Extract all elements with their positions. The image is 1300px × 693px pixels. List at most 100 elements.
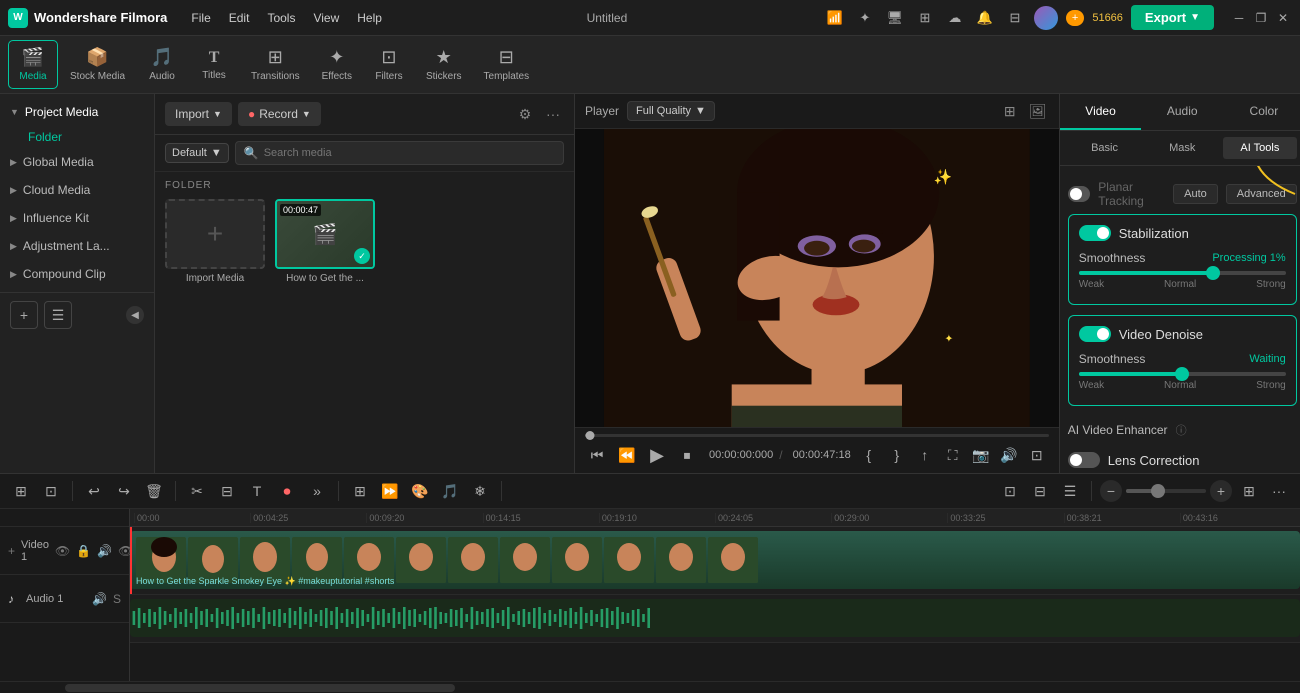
more-ctrl-button[interactable]: ⊡ [1025, 443, 1049, 467]
tool-titles[interactable]: T Titles [189, 43, 239, 87]
record-button[interactable]: ● Record ▼ [238, 102, 321, 126]
plus-button[interactable]: + [1066, 10, 1084, 26]
tab-color[interactable]: Color [1223, 94, 1300, 130]
search-input[interactable] [264, 147, 555, 159]
stop-button[interactable]: ⏹ [675, 443, 699, 467]
audio-track-mute-icon[interactable]: 🔊 [92, 592, 107, 606]
stabilization-processing-value[interactable]: Processing 1% [1212, 252, 1285, 264]
video-thumb[interactable]: 🎬 00:00:47 ✓ How to Get the ... [275, 199, 375, 284]
sidebar-item-cloud-media[interactable]: ▶ Cloud Media [0, 176, 154, 204]
zoom-out-button[interactable]: − [1100, 480, 1122, 502]
ai-info-icon[interactable]: ⓘ [1176, 422, 1187, 438]
scrollbar-thumb[interactable] [65, 684, 455, 692]
undo-button[interactable]: ↩ [81, 478, 107, 504]
tool-transitions[interactable]: ⊞ Transitions [241, 41, 310, 88]
track-add-icon[interactable]: + [8, 544, 15, 558]
more-tl-button[interactable]: » [304, 478, 330, 504]
delete-button[interactable]: 🗑 [141, 478, 167, 504]
more-options-btn[interactable]: ··· [1266, 478, 1292, 504]
stabilization-slider-thumb[interactable] [1206, 266, 1220, 280]
cut-button[interactable]: ✂ [184, 478, 210, 504]
tool-audio[interactable]: 🎵 Audio [137, 41, 187, 88]
stabilization-slider-track[interactable] [1079, 271, 1286, 275]
sidebar-item-adjustment[interactable]: ▶ Adjustment La... [0, 232, 154, 260]
redo-button[interactable]: ↪ [111, 478, 137, 504]
lens-correction-toggle[interactable] [1068, 452, 1100, 468]
sub-tab-mask[interactable]: Mask [1145, 137, 1219, 159]
sub-tab-ai-tools[interactable]: AI Tools [1223, 137, 1297, 159]
record-tl-button[interactable]: ⏺ [274, 478, 300, 504]
extract-button[interactable]: ↑ [913, 443, 937, 467]
user-avatar[interactable] [1034, 6, 1058, 30]
menu-file[interactable]: File [183, 7, 218, 29]
audio-btn[interactable]: 🎵 [437, 478, 463, 504]
planar-advanced-button[interactable]: Advanced [1226, 184, 1297, 204]
tool-media[interactable]: 🎬 Media [8, 40, 58, 89]
export-button[interactable]: Export ▼ [1131, 5, 1214, 30]
denoise-toggle[interactable] [1079, 326, 1111, 342]
denoise-waiting-value[interactable]: Waiting [1249, 353, 1285, 365]
tool-effects[interactable]: ✦ Effects [312, 41, 362, 88]
video-track-audio-icon[interactable]: 🔊 [97, 544, 112, 558]
volume-button[interactable]: 🔊 [997, 443, 1021, 467]
import-media-area[interactable]: + [165, 199, 265, 269]
minimize-button[interactable]: ─ [1230, 9, 1248, 27]
menu-help[interactable]: Help [349, 7, 390, 29]
maximize-button[interactable]: ❐ [1252, 9, 1270, 27]
video-track-eye-icon[interactable]: 👁 [55, 544, 70, 558]
timeline-scrollbar[interactable] [0, 681, 1300, 693]
grid-view-icon[interactable]: ⊞ [999, 100, 1021, 122]
video-clip[interactable]: How to Get the Sparkle Smokey Eye ✨ #mak… [130, 531, 1300, 589]
scrubber-head[interactable] [585, 431, 594, 440]
grid-icon[interactable]: ⊞ [914, 7, 936, 29]
ai-icon[interactable]: ✦ [854, 7, 876, 29]
tool-stickers[interactable]: ★ Stickers [416, 41, 472, 88]
bell-icon[interactable]: 🔔 [974, 7, 996, 29]
scrubber[interactable] [585, 434, 1049, 437]
menu-edit[interactable]: Edit [221, 7, 258, 29]
snapshot-icon[interactable]: 🖼 [1027, 100, 1049, 122]
filter-icon[interactable]: ⚙ [514, 103, 536, 125]
planar-auto-button[interactable]: Auto [1173, 184, 1218, 204]
audio-track-solo-icon[interactable]: S [113, 592, 121, 606]
in-point-button[interactable]: { [857, 443, 881, 467]
zoom-in-button[interactable]: + [1210, 480, 1232, 502]
more-icon[interactable]: ··· [542, 103, 564, 125]
video-track-lock-icon[interactable]: 🔒 [76, 544, 91, 558]
grid-tl-btn[interactable]: ⊞ [1236, 478, 1262, 504]
stabilization-toggle[interactable] [1079, 225, 1111, 241]
sidebar-item-project-media[interactable]: ▼ Project Media [0, 98, 154, 126]
freeze-btn[interactable]: ❄ [467, 478, 493, 504]
planar-tracking-toggle[interactable] [1068, 186, 1091, 202]
skip-back-button[interactable]: ⏮ [585, 443, 609, 467]
new-folder-button[interactable]: + [10, 301, 38, 329]
color-btn[interactable]: 🎨 [407, 478, 433, 504]
sidebar-item-compound-clip[interactable]: ▶ Compound Clip [0, 260, 154, 288]
zoom-slider[interactable] [1126, 489, 1206, 493]
sidebar-item-influence-kit[interactable]: ▶ Influence Kit [0, 204, 154, 232]
speed-btn[interactable]: ⏩ [377, 478, 403, 504]
frame-back-button[interactable]: ⏪ [615, 443, 639, 467]
out-point-button[interactable]: } [885, 443, 909, 467]
tab-video[interactable]: Video [1060, 94, 1142, 130]
audio-clip[interactable] [130, 599, 1300, 637]
tool-templates[interactable]: ⊟ Templates [474, 41, 540, 88]
split-audio-btn[interactable]: ⊡ [997, 478, 1023, 504]
text-tool-button[interactable]: T [244, 478, 270, 504]
cloud-icon[interactable]: ☁ [944, 7, 966, 29]
sub-tab-basic[interactable]: Basic [1068, 137, 1142, 159]
snapshot-ctrl-button[interactable]: 📷 [969, 443, 993, 467]
timeline-layout-icon[interactable]: ⊞ [8, 478, 34, 504]
video-thumb-img[interactable]: 🎬 00:00:47 ✓ [275, 199, 375, 269]
import-button[interactable]: Import ▼ [165, 102, 232, 126]
timeline-magnet-icon[interactable]: ⊡ [38, 478, 64, 504]
menu-tools[interactable]: Tools [259, 7, 303, 29]
play-button[interactable]: ▶ [645, 443, 669, 467]
zoom-thumb[interactable] [1151, 484, 1165, 498]
sidebar-sub-folder[interactable]: Folder [0, 126, 154, 148]
group-btn[interactable]: ☰ [1057, 478, 1083, 504]
denoise-slider-track[interactable] [1079, 372, 1286, 376]
list-view-button[interactable]: ☰ [44, 301, 72, 329]
tab-audio[interactable]: Audio [1141, 94, 1223, 130]
default-select[interactable]: Default ▼ [165, 143, 229, 163]
